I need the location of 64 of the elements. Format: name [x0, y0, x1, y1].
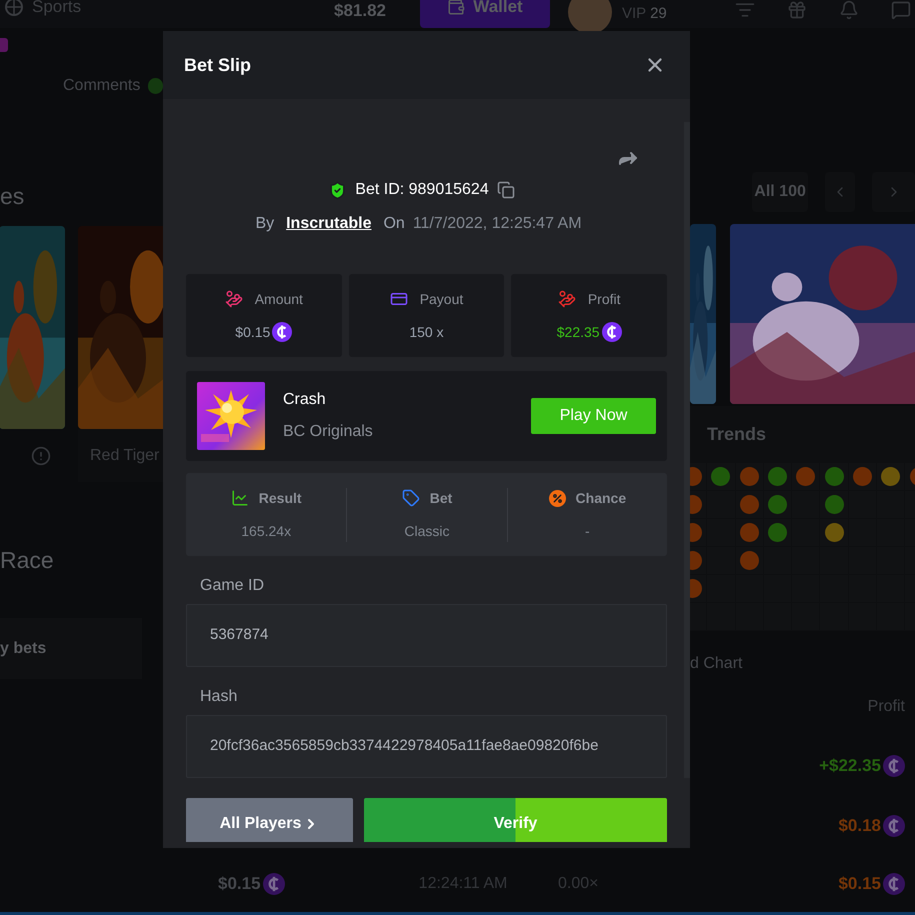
- game-provider: BC Originals: [283, 422, 373, 442]
- percent-icon: [548, 490, 566, 506]
- detail-label: Chance: [576, 488, 626, 508]
- stat-label: Amount: [254, 290, 303, 308]
- coin-icon: [883, 815, 905, 837]
- by-label: By: [255, 214, 274, 234]
- stat-value: 150 x: [409, 322, 444, 342]
- comments-tab[interactable]: Comments: [63, 74, 140, 98]
- shield-icon: [328, 180, 348, 200]
- stat-label: Payout: [420, 290, 464, 309]
- detail-label: Bet: [430, 488, 452, 508]
- chart-icon: [230, 489, 249, 507]
- bell-icon[interactable]: [839, 0, 859, 20]
- profit-amount: $0.18: [838, 815, 881, 838]
- profit-amount: +$22.35: [819, 755, 881, 778]
- tag-icon: [402, 489, 420, 507]
- coins-icon: [224, 290, 243, 308]
- hand-icon: [558, 290, 576, 308]
- bet-date: 11/7/2022, 12:25:47 AM: [412, 214, 582, 234]
- bets-tab[interactable]: y bets: [0, 618, 142, 679]
- play-now-button[interactable]: Play Now: [531, 398, 656, 434]
- bet-id: Bet ID: 989015624: [355, 180, 489, 200]
- info-icon[interactable]: [31, 446, 51, 466]
- game-name: Crash: [283, 390, 327, 410]
- input-field[interactable]: 5367874: [186, 604, 667, 667]
- all-players-button[interactable]: All Players: [186, 798, 353, 842]
- chart-tab[interactable]: d Chart: [690, 652, 742, 676]
- profit-amount: $0.15: [838, 873, 881, 896]
- card-icon: [390, 290, 408, 308]
- avatar[interactable]: [568, 0, 612, 34]
- bet-amount: $0.15: [218, 873, 261, 896]
- next-button[interactable]: [872, 172, 915, 212]
- prev-button[interactable]: [825, 172, 855, 212]
- all-button[interactable]: All 100: [752, 172, 808, 212]
- wallet-button[interactable]: Wallet: [420, 0, 550, 28]
- accent-mark: [0, 38, 8, 52]
- stat-value: $22.35: [556, 322, 600, 342]
- input-field[interactable]: 20fcf36ac3565859cb3374422978405a11fae8ae09820f6be: [186, 715, 667, 778]
- coin-icon: [262, 873, 285, 895]
- ball-icon: [4, 0, 24, 17]
- detail-label: Result: [258, 488, 302, 508]
- stat-value: $0.15: [235, 322, 270, 342]
- field-label: Game ID: [200, 576, 266, 596]
- section-title: es: [0, 182, 26, 210]
- dialog-title: Bet Slip: [184, 54, 252, 77]
- coin-icon: [883, 755, 905, 777]
- coin-icon: [883, 873, 905, 895]
- trends-title: Trends: [707, 423, 766, 446]
- chat-icon[interactable]: [891, 0, 911, 20]
- wallet-icon: [447, 0, 466, 16]
- verify-button[interactable]: Verify: [364, 798, 667, 842]
- field-label: Hash: [200, 687, 238, 707]
- on-label: On: [383, 214, 405, 234]
- balance-amount: $81.82: [333, 0, 387, 22]
- gift-icon[interactable]: [787, 0, 807, 20]
- scrollbar[interactable]: [684, 122, 690, 778]
- detail-value: Classic: [404, 522, 450, 540]
- detail-value: 165.24x: [241, 522, 292, 540]
- detail-value: -: [584, 522, 590, 540]
- player-link[interactable]: Inscrutable: [286, 212, 372, 236]
- copy-icon[interactable]: [496, 181, 515, 199]
- stat-label: Profit: [588, 290, 620, 308]
- race-title: Race: [0, 546, 55, 574]
- vip-level: 29: [650, 4, 667, 22]
